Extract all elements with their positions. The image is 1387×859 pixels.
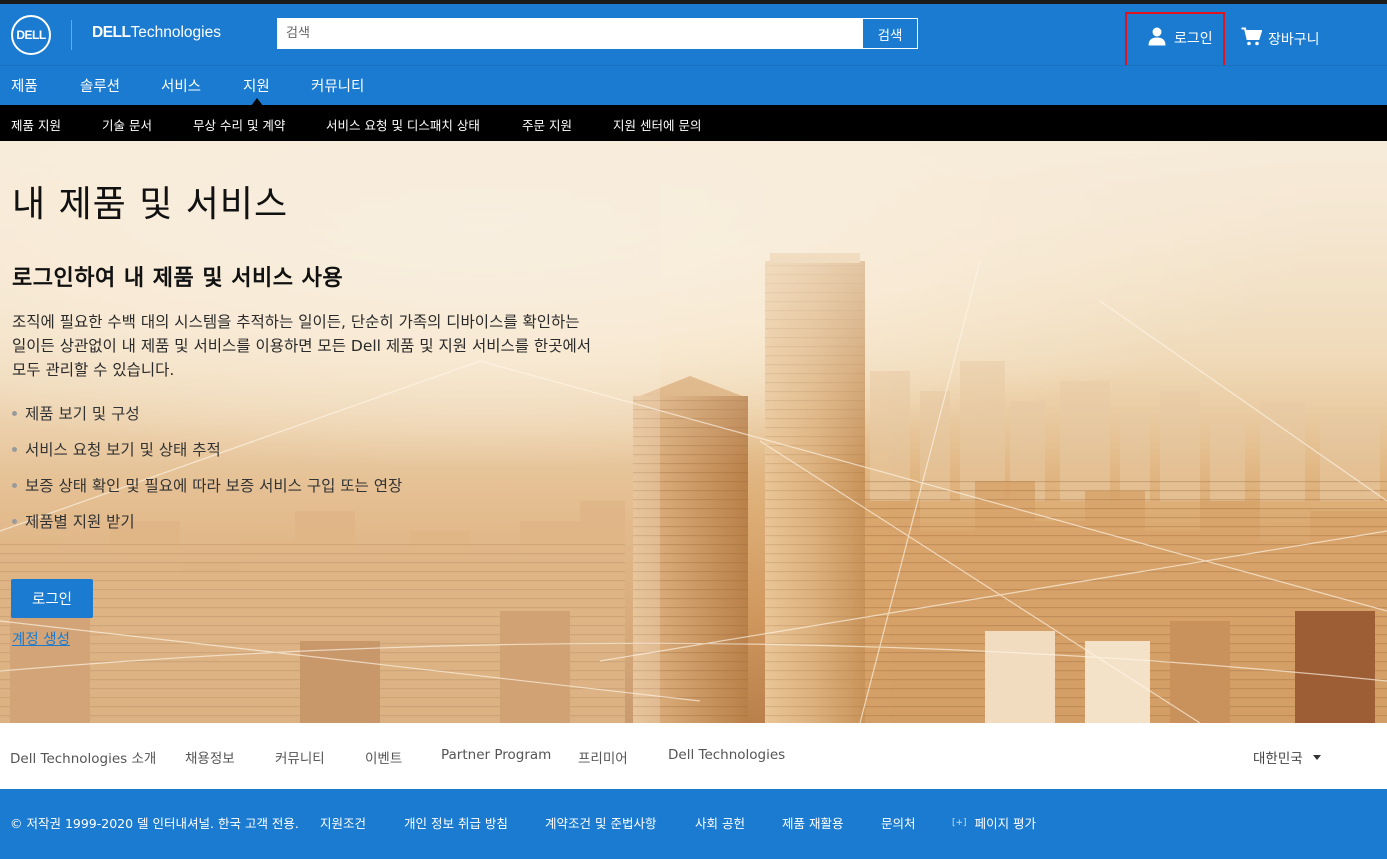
feature-item: 보증 상태 확인 및 필요에 따라 보증 서비스 구입 또는 연장 <box>12 474 402 496</box>
page-title: 내 제품 및 서비스 <box>12 184 289 225</box>
bottom-link-privacy[interactable]: 개인 정보 취급 방침 <box>404 813 508 832</box>
cart-link[interactable]: 장바구니 <box>1241 27 1320 50</box>
cart-label: 장바구니 <box>1268 31 1320 48</box>
page-feedback-label: 페이지 평가 <box>974 816 1037 831</box>
footer-link-careers[interactable]: 채용정보 <box>185 747 235 767</box>
copyright-text: © 저작권 1999-2020 델 인터내셔널. 한국 고객 전용. <box>10 816 299 831</box>
masthead: DELL DELLTechnologies 검색 로그인 장바구니 <box>0 4 1387 65</box>
subnav-warranty[interactable]: 무상 수리 및 계약 <box>193 115 285 134</box>
bullet-icon <box>12 518 17 524</box>
bottom-bar: © 저작권 1999-2020 델 인터내셔널. 한국 고객 전용. 지원조건 … <box>0 789 1387 859</box>
user-icon <box>1147 26 1167 50</box>
hero-description-line: 일이든 상관없이 내 제품 및 서비스를 이용하면 모든 Dell 제품 및 지… <box>12 337 591 355</box>
bottom-link-recycling[interactable]: 제품 재활용 <box>782 813 843 832</box>
logo-divider <box>71 20 72 50</box>
create-account-link[interactable]: 계정 생성 <box>12 628 70 649</box>
feature-item-label: 제품별 지원 받기 <box>25 513 135 531</box>
subnav-contact-support[interactable]: 지원 센터에 문의 <box>613 115 701 134</box>
feedback-icon: [+] <box>952 817 967 828</box>
footer-link-partner-program[interactable]: Partner Program <box>441 747 551 763</box>
dell-technologies-logo[interactable]: DELLTechnologies <box>92 24 221 42</box>
search-button[interactable]: 검색 <box>862 19 917 48</box>
footer-link-community[interactable]: 커뮤니티 <box>275 747 325 767</box>
brand-light: Technologies <box>130 24 221 41</box>
feature-item-label: 서비스 요청 보기 및 상태 추적 <box>25 441 221 459</box>
nav-item-solutions[interactable]: 솔루션 <box>80 75 120 96</box>
chevron-down-icon <box>1312 754 1321 760</box>
feature-item: 서비스 요청 보기 및 상태 추적 <box>12 438 221 460</box>
subnav-order-support[interactable]: 주문 지원 <box>522 115 572 134</box>
region-label: 대한민국 <box>1253 751 1303 767</box>
page-feedback-link[interactable]: [+] 페이지 평가 <box>952 813 1036 832</box>
nav-item-community[interactable]: 커뮤니티 <box>311 75 364 96</box>
footer-links: Dell Technologies 소개 채용정보 커뮤니티 이벤트 Partn… <box>0 723 1387 789</box>
hero-content: 내 제품 및 서비스 로그인하여 내 제품 및 서비스 사용 조직에 필요한 수… <box>0 141 1387 723</box>
hero-banner: 내 제품 및 서비스 로그인하여 내 제품 및 서비스 사용 조직에 필요한 수… <box>0 141 1387 723</box>
feature-item: 제품 보기 및 구성 <box>12 402 140 424</box>
feature-item-label: 제품 보기 및 구성 <box>25 405 140 423</box>
search-bar: 검색 <box>277 18 918 49</box>
dell-logo-text: DELL <box>16 28 46 42</box>
subnav-tech-docs[interactable]: 기술 문서 <box>102 115 152 134</box>
bottom-link-terms[interactable]: 지원조건 <box>320 813 366 832</box>
bottom-link-social-impact[interactable]: 사회 공헌 <box>695 813 745 832</box>
hero-description-line: 조직에 필요한 수백 대의 시스템을 추적하는 일이든, 단순히 가족의 디바이… <box>12 313 580 331</box>
header-login-label: 로그인 <box>1174 31 1213 47</box>
bullet-icon <box>12 410 17 416</box>
header-login-link[interactable]: 로그인 <box>1147 26 1213 50</box>
footer-link-dell-technologies[interactable]: Dell Technologies <box>668 747 785 763</box>
hero-description-line: 모두 관리할 수 있습니다. <box>12 361 175 379</box>
footer-link-events[interactable]: 이벤트 <box>365 747 402 767</box>
primary-nav: 제품 솔루션 서비스 지원 커뮤니티 <box>0 65 1387 106</box>
bottom-link-contact[interactable]: 문의처 <box>881 813 916 832</box>
footer-link-premier[interactable]: 프리미어 <box>578 747 628 767</box>
subnav-product-support[interactable]: 제품 지원 <box>11 115 61 134</box>
feature-item-label: 보증 상태 확인 및 필요에 따라 보증 서비스 구입 또는 연장 <box>25 477 403 495</box>
bullet-icon <box>12 482 17 488</box>
nav-item-products[interactable]: 제품 <box>11 75 38 96</box>
search-input[interactable] <box>278 19 862 48</box>
feature-item: 제품별 지원 받기 <box>12 510 135 532</box>
hero-subtitle: 로그인하여 내 제품 및 서비스 사용 <box>12 266 344 291</box>
footer-link-about[interactable]: Dell Technologies 소개 <box>10 747 156 767</box>
nav-item-services[interactable]: 서비스 <box>161 75 201 96</box>
subnav-service-requests[interactable]: 서비스 요청 및 디스패치 상태 <box>326 115 480 134</box>
dell-logo[interactable]: DELL <box>11 15 51 55</box>
brand-bold: DELL <box>92 24 131 41</box>
bullet-icon <box>12 446 17 452</box>
cart-icon <box>1241 27 1263 50</box>
nav-item-support[interactable]: 지원 <box>243 75 270 96</box>
region-selector[interactable]: 대한민국 <box>1253 747 1321 767</box>
secondary-nav: 제품 지원 기술 문서 무상 수리 및 계약 서비스 요청 및 디스패치 상태 … <box>0 105 1387 141</box>
hero-description: 조직에 필요한 수백 대의 시스템을 추적하는 일이든, 단순히 가족의 디바이… <box>12 310 662 382</box>
login-button[interactable]: 로그인 <box>11 579 93 618</box>
bottom-link-legal[interactable]: 계약조건 및 준법사항 <box>545 813 656 832</box>
